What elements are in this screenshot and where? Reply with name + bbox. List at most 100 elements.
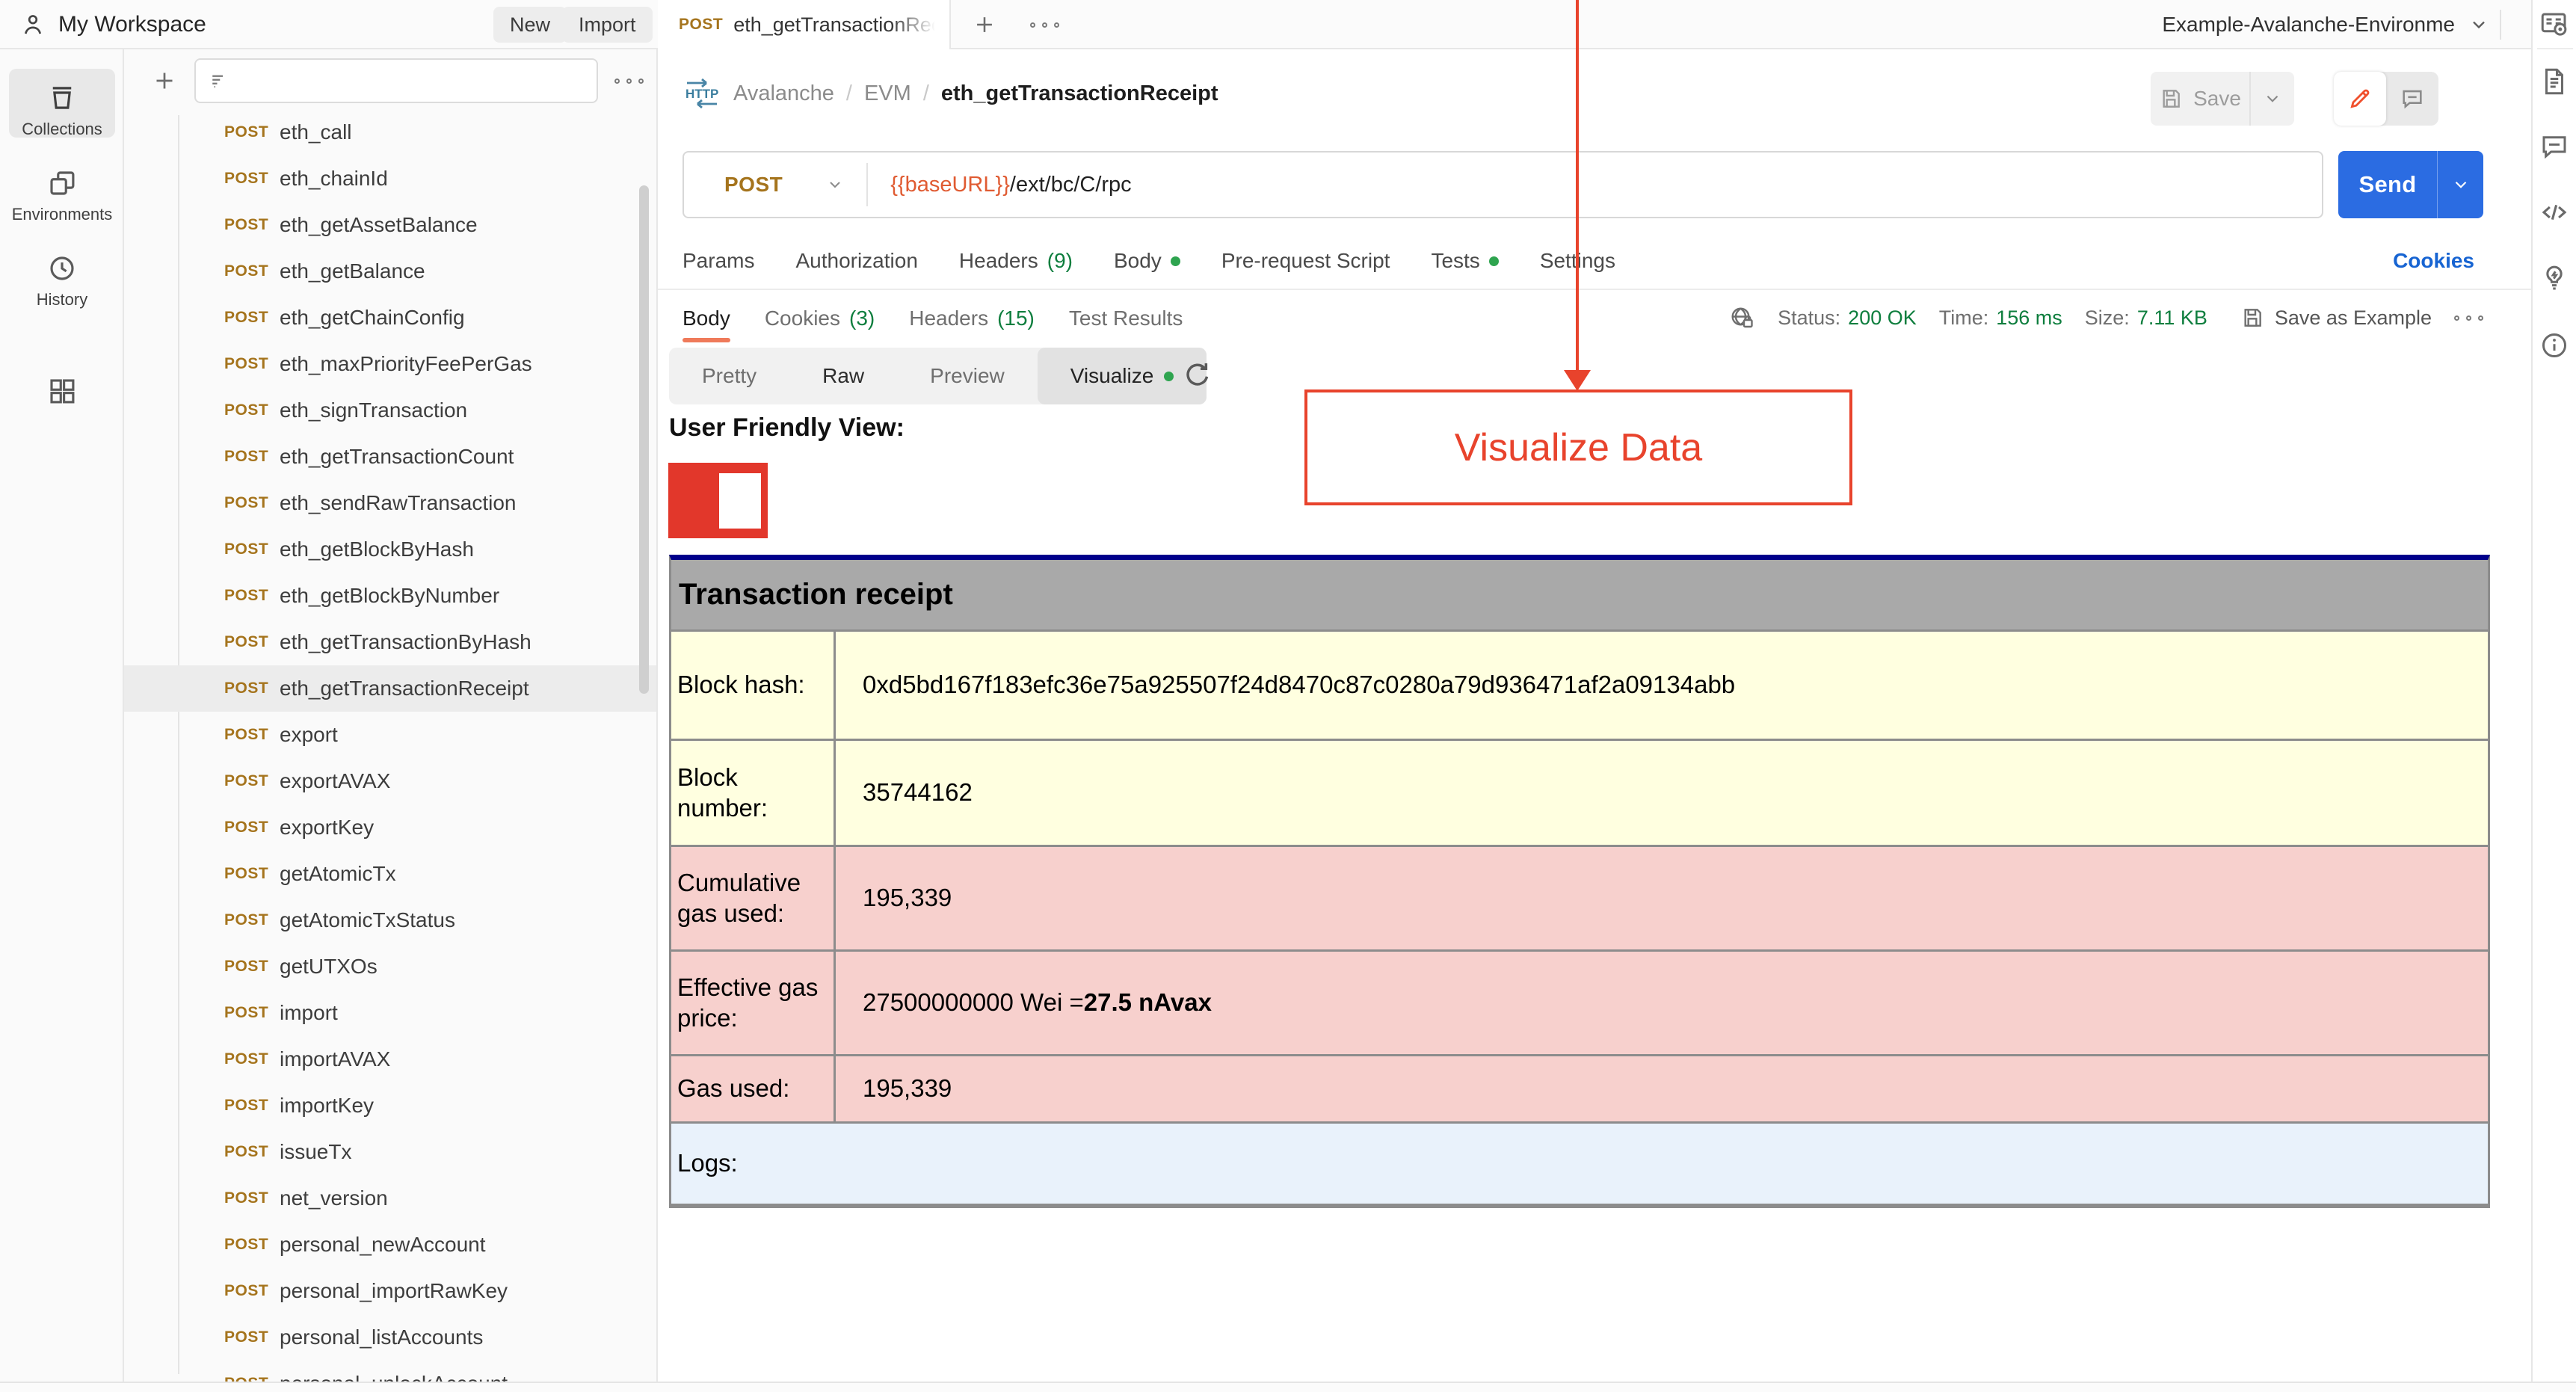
sidebar-request-exportKey[interactable]: POST exportKey [124,804,656,851]
view-tab-pretty[interactable]: Pretty [669,348,789,404]
tab-options-icon[interactable] [1030,22,1059,28]
method-badge: POST [224,726,269,743]
sidebar: POST eth_call POST eth_chainId POST eth_getAs… [124,49,658,1382]
lightbulb-icon[interactable] [2539,262,2570,294]
new-button[interactable]: New [493,7,567,43]
tab-count-badge: (3) [849,307,875,330]
tab-pre-request-script[interactable]: Pre-request Script [1221,249,1390,273]
table-row: Logs: [671,1124,2488,1206]
sidebar-request-eth_signTransaction[interactable]: POST eth_signTransaction [124,387,656,434]
sidebar-request-issueTx[interactable]: POST issueTx [124,1129,656,1175]
save-options-chevron[interactable] [2249,72,2294,126]
annotation-arrow-line [1576,0,1579,372]
method-badge: POST [224,1375,268,1382]
request-name: importKey [280,1094,375,1117]
refresh-icon[interactable] [1181,358,1214,391]
response-tab-body[interactable]: Body [682,295,730,342]
row-label: Gas used: [671,1056,836,1121]
sidebar-request-eth_getAssetBalance[interactable]: POST eth_getAssetBalance [124,202,656,248]
filter-box [194,58,598,103]
workspace-label: My Workspace [58,12,206,37]
sidebar-options-icon[interactable] [614,78,644,84]
sidebar-request-eth_call[interactable]: POST eth_call [124,109,656,155]
tab-headers[interactable]: Headers (9) [959,249,1073,273]
info-icon[interactable] [2539,330,2570,361]
sidebar-request-eth_sendRawTransaction[interactable]: POST eth_sendRawTransaction [124,480,656,526]
sidebar-request-getUTXOs[interactable]: POST getUTXOs [124,943,656,990]
tab-params[interactable]: Params [682,249,754,273]
new-tab-button[interactable] [972,12,997,37]
save-as-example-button[interactable]: Save as Example [2240,306,2432,330]
request-name: eth_getBalance [280,259,425,283]
response-tab-headers[interactable]: Headers (15) [909,295,1035,342]
response-meta: Status: 200 OK Time: 156 ms Size: 7.11 KB S… [1728,293,2483,342]
tab-count-badge: (15) [997,307,1035,330]
method-badge: POST [224,911,269,928]
value-text: 195,339 [863,1074,952,1103]
documentation-icon[interactable] [2539,66,2570,97]
user-friendly-toggle[interactable] [668,463,768,538]
add-collection-button[interactable] [151,67,178,94]
method-select[interactable]: POST [724,173,783,197]
sidebar-request-eth_getBlockByNumber[interactable]: POST eth_getBlockByNumber [124,573,656,619]
cookies-link[interactable]: Cookies [2393,232,2474,290]
sidebar-request-exportAVAX[interactable]: POST exportAVAX [124,758,656,804]
sidebar-request-eth_getBalance[interactable]: POST eth_getBalance [124,248,656,295]
sidebar-request-getAtomicTx[interactable]: POST getAtomicTx [124,851,656,897]
url-input[interactable]: {{baseURL}}/ext/bc/C/rpc [890,173,1131,197]
sidebar-request-eth_getTransactionByHash[interactable]: POST eth_getTransactionByHash [124,619,656,665]
code-icon[interactable] [2539,197,2570,228]
sidebar-request-eth_getChainConfig[interactable]: POST eth_getChainConfig [124,295,656,341]
sidebar-request-personal_newAccount[interactable]: POST personal_newAccount [124,1222,656,1268]
request-name: personal_importRawKey [280,1279,508,1302]
sidebar-item-collections[interactable]: Collections [0,82,124,139]
open-request-tab[interactable]: POST eth_getTransactionRece [658,0,951,49]
environment-selector[interactable]: Example-Avalanche-Environme [2162,0,2489,49]
pencil-icon [2347,86,2373,111]
sidebar-request-personal_importRawKey[interactable]: POST personal_importRawKey [124,1268,656,1314]
comment-mode-button[interactable] [2386,72,2438,126]
sidebar-request-importKey[interactable]: POST importKey [124,1083,656,1129]
sidebar-request-eth_getBlockByHash[interactable]: POST eth_getBlockByHash [124,526,656,573]
environment-quick-look-icon[interactable] [2539,9,2570,40]
import-button[interactable]: Import [562,7,653,43]
sidebar-request-eth_getTransactionCount[interactable]: POST eth_getTransactionCount [124,434,656,480]
tab-tests[interactable]: Tests [1431,249,1499,273]
send-button[interactable]: Send [2338,151,2483,218]
checkbox[interactable] [719,473,761,529]
sidebar-request-net_version[interactable]: POST net_version [124,1175,656,1222]
response-tab-cookies[interactable]: Cookies (3) [765,295,875,342]
request-name: personal_listAccounts [280,1325,484,1349]
view-tab-raw[interactable]: Raw [789,348,897,404]
rail-label: History [36,290,88,309]
sidebar-request-eth_chainId[interactable]: POST eth_chainId [124,155,656,202]
sidebar-request-personal_unlockAccount[interactable]: POST personal_unlockAccount [124,1361,656,1382]
comments-icon[interactable] [2539,131,2570,162]
breadcrumb-item[interactable]: EVM [864,81,911,106]
filter-input[interactable] [238,62,597,99]
sidebar-scrollbar[interactable] [639,185,649,694]
sidebar-item-environments[interactable]: Environments [0,167,124,224]
sidebar-item-history[interactable]: History [0,253,124,309]
sidebar-request-personal_listAccounts[interactable]: POST personal_listAccounts [124,1314,656,1361]
breadcrumb-item[interactable]: Avalanche [733,81,834,106]
response-options-icon[interactable] [2454,315,2483,321]
sidebar-request-eth_getTransactionReceipt[interactable]: POST eth_getTransactionReceipt [124,665,656,712]
tab-label: Visualize [1070,364,1154,387]
save-icon [2159,87,2183,111]
sidebar-request-import[interactable]: POST import [124,990,656,1036]
sidebar-request-export[interactable]: POST export [124,712,656,758]
save-button[interactable]: Save [2151,72,2294,126]
send-options-chevron[interactable] [2437,151,2483,218]
sidebar-request-importAVAX[interactable]: POST importAVAX [124,1036,656,1083]
row-label: Cumulative gas used: [671,847,836,949]
sidebar-item-blocks[interactable] [0,375,124,413]
edit-mode-button[interactable] [2334,72,2386,126]
view-tab-preview[interactable]: Preview [897,348,1038,404]
tab-authorization[interactable]: Authorization [795,249,917,273]
sidebar-request-getAtomicTxStatus[interactable]: POST getAtomicTxStatus [124,897,656,943]
sidebar-request-eth_maxPriorityFeePerGas[interactable]: POST eth_maxPriorityFeePerGas [124,341,656,387]
response-tab-test-results[interactable]: Test Results [1069,295,1183,342]
tab-body[interactable]: Body [1114,249,1180,273]
workspace-switcher[interactable]: My Workspace [19,0,206,49]
